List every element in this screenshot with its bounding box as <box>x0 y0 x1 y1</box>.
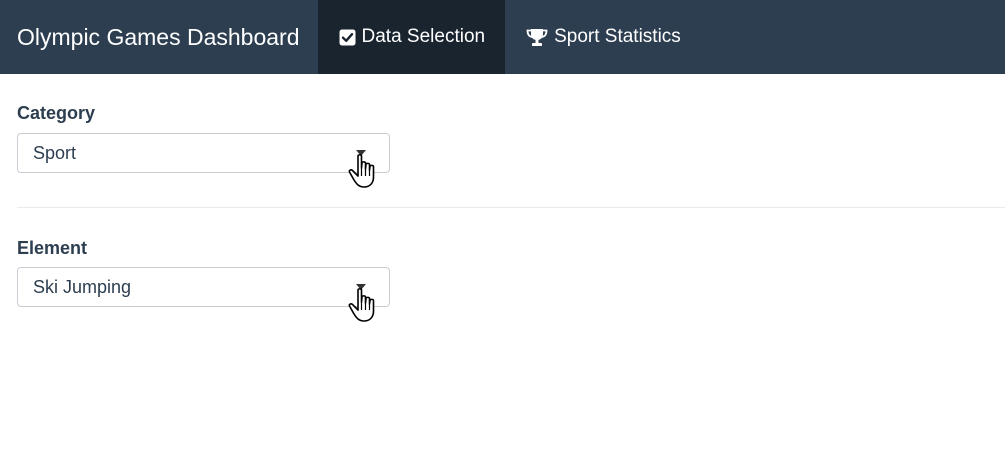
check-square-icon <box>339 29 356 46</box>
tab-data-selection[interactable]: Data Selection <box>317 0 506 74</box>
section-divider <box>17 207 1005 208</box>
top-navbar: Olympic Games Dashboard Data Selection S… <box>0 0 1005 74</box>
category-select[interactable]: Sport <box>17 133 390 188</box>
hand-pointer-icon <box>348 288 375 322</box>
category-selected-value: Sport <box>33 142 77 163</box>
tab-data-selection-label: Data Selection <box>361 26 486 47</box>
app-title: Olympic Games Dashboard <box>17 23 300 50</box>
trophy-icon <box>526 28 548 47</box>
element-selected-value: Ski Jumping <box>33 276 132 297</box>
tab-sport-statistics[interactable]: Sport Statistics <box>505 0 701 74</box>
tab-sport-statistics-label: Sport Statistics <box>554 26 681 47</box>
category-label: Category <box>17 103 96 123</box>
element-label: Element <box>17 238 88 258</box>
element-select[interactable]: Ski Jumping <box>17 267 390 322</box>
hand-pointer-icon <box>348 154 375 188</box>
